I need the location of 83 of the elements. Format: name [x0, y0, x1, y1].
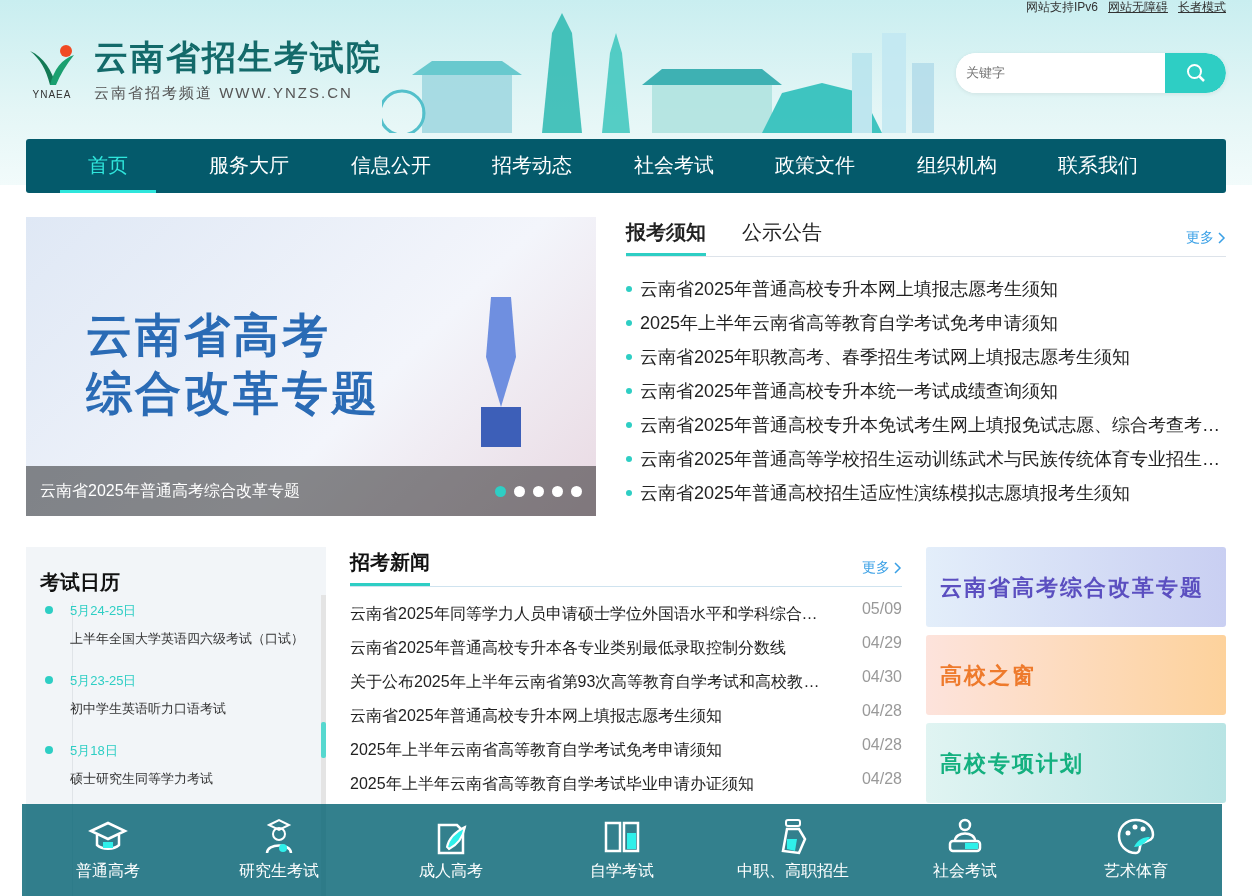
site-title: 云南省招生考试院: [94, 40, 382, 75]
search-field[interactable]: 关键字: [956, 52, 1226, 93]
news-link[interactable]: 云南省2025年普通高校专升本各专业类别最低录取控制分数线: [350, 631, 786, 665]
chevron-right-icon: [894, 561, 902, 574]
quick-link[interactable]: 成人高考: [375, 816, 526, 884]
calendar-event: 初中学生英语听力口语考试: [70, 699, 227, 718]
quick-link-label: 普通高考: [75, 861, 140, 881]
quick-link[interactable]: 社会考试: [889, 816, 1040, 884]
news-link[interactable]: 2025年上半年云南省高等教育自学考试毕业申请办证须知: [350, 767, 754, 801]
carousel-dot[interactable]: [514, 485, 525, 497]
calendar-title: 考试日历: [40, 570, 121, 595]
quick-link[interactable]: 自学考试: [546, 816, 697, 884]
quick-link-label: 自学考试: [589, 861, 654, 881]
nav-tab[interactable]: 组织机构: [909, 139, 1005, 193]
calendar-event: 上半年全国大学英语四六级考试（口试）: [70, 629, 305, 648]
nav-tab[interactable]: 联系我们: [1050, 139, 1146, 193]
news-title: 招考新闻: [350, 547, 430, 586]
news-date: 04/28: [861, 769, 902, 789]
scrollbar-thumb[interactable]: [321, 722, 326, 758]
timeline-dot: [45, 606, 53, 614]
top-link[interactable]: 网站无障碍: [1108, 0, 1168, 14]
timeline-dot: [45, 676, 53, 684]
quick-link-label: 社会考试: [932, 861, 997, 881]
more-text: 更多: [1186, 228, 1214, 247]
bullet-icon: [626, 286, 632, 292]
timeline-dot: [45, 746, 53, 754]
bullet-icon: [626, 456, 632, 462]
bullet-icon: [626, 354, 632, 360]
nav-tab[interactable]: 信息公开: [343, 139, 439, 193]
carousel-dot[interactable]: [495, 485, 506, 497]
nav-tab[interactable]: 招考动态: [484, 139, 580, 193]
bullet-icon: [626, 422, 632, 428]
nav-tab[interactable]: 首页: [60, 139, 156, 193]
news-link[interactable]: 关于公布2025年上半年云南省第93次高等教育自学考试和高校教…: [350, 665, 820, 699]
banner-headline: 云南省高考 综合改革专题: [84, 308, 380, 421]
notice-tab[interactable]: 报考须知: [626, 217, 706, 256]
notice-link[interactable]: 云南省2025年普通高校专升本网上填报志愿考生须知: [640, 272, 1059, 306]
bullet-icon: [626, 320, 632, 326]
nav-tab[interactable]: 服务大厅: [201, 139, 297, 193]
calendar-date: 5月23-25日: [70, 672, 138, 690]
nav-tab[interactable]: 政策文件: [767, 139, 863, 193]
news-link[interactable]: 云南省2025年同等学力人员申请硕士学位外国语水平和学科综合…: [350, 597, 818, 631]
carousel-dot[interactable]: [571, 485, 582, 497]
more-text: 更多: [862, 558, 890, 577]
news-link[interactable]: 2025年上半年云南省高等教育自学考试免考申请须知: [350, 733, 722, 767]
news-link[interactable]: 云南省2025年普通高校专升本网上填报志愿考生须知: [350, 699, 722, 733]
site-subtitle: 云南省招考频道 WWW.YNZS.CN: [94, 83, 354, 104]
carousel-dot[interactable]: [533, 485, 544, 497]
news-date: 04/29: [861, 633, 902, 653]
carousel-dot[interactable]: [552, 485, 563, 497]
quick-link-label: 艺术体育: [1104, 861, 1169, 881]
calendar-date: 5月24-25日: [70, 602, 138, 620]
notice-link[interactable]: 2025年上半年云南省高等教育自学考试免考申请须知: [640, 306, 1059, 340]
notice-link[interactable]: 云南省2025年普通高校专升本免试考生网上填报免试志愿、综合考查考…: [640, 408, 1221, 442]
quick-link-label: 研究生考试: [239, 861, 320, 881]
news-date: 04/30: [861, 667, 902, 687]
notice-tab[interactable]: 公示公告: [742, 217, 822, 256]
nav-tab[interactable]: 社会考试: [626, 139, 722, 193]
bullet-icon: [626, 388, 632, 394]
news-date: 04/28: [861, 701, 902, 721]
notice-link[interactable]: 云南省2025年职教高考、春季招生考试网上填报志愿考生须知: [640, 340, 1131, 374]
top-text: 网站支持IPv6: [1026, 0, 1098, 14]
quick-link-label: 成人高考: [418, 861, 483, 881]
quick-link[interactable]: 普通高考: [32, 816, 183, 884]
quick-link[interactable]: 中职、高职招生: [718, 816, 869, 884]
bullet-icon: [626, 490, 632, 496]
palette-icon: [1116, 817, 1157, 855]
logo-mark-text: YNAEA: [32, 88, 72, 102]
notice-link[interactable]: 云南省2025年普通高校招生适应性演练模拟志愿填报考生须知: [640, 476, 1131, 510]
banner-caption: 云南省2025年普通高考综合改革专题: [40, 481, 300, 501]
quick-link[interactable]: 研究生考试: [204, 816, 355, 884]
news-date: 04/28: [861, 735, 902, 755]
top-link[interactable]: 长者模式: [1178, 0, 1226, 14]
calendar-event: 硕士研究生同等学力考试: [70, 769, 214, 788]
quick-link-label: 中职、高职招生: [737, 861, 850, 881]
search-icon: [1185, 62, 1206, 83]
notice-link[interactable]: 云南省2025年普通高等学校招生运动训练武术与民族传统体育专业招生…: [640, 442, 1221, 476]
banner-link[interactable]: 云南省高考综合改革专题: [926, 547, 1226, 627]
notice-link[interactable]: 云南省2025年普通高校专升本统一考试成绩查询须知: [640, 374, 1059, 408]
calendar-date: 5月18日: [70, 742, 119, 760]
news-date: 05/09: [861, 599, 902, 619]
quick-link[interactable]: 艺术体育: [1061, 816, 1212, 884]
chevron-right-icon: [1218, 231, 1226, 244]
